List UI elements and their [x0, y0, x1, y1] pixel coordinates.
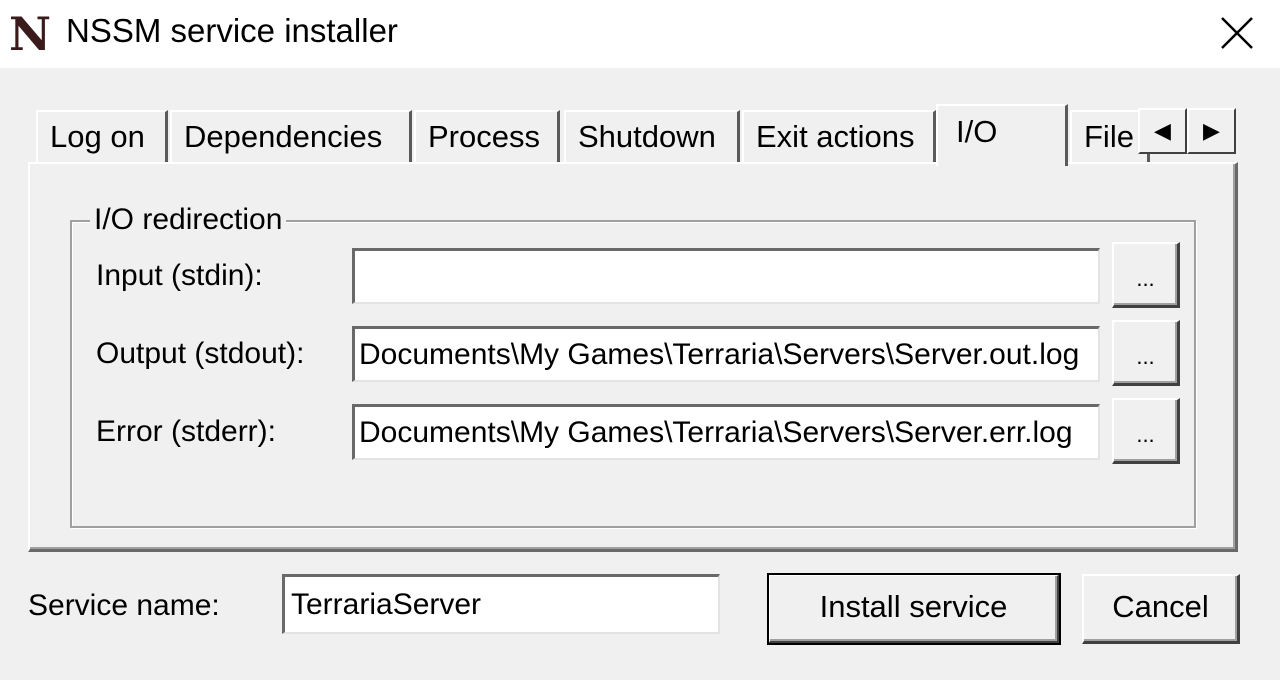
tab-exit-actions[interactable]: Exit actions — [742, 110, 936, 164]
tab-scroll-right-button[interactable]: ▶ — [1187, 108, 1236, 154]
arrow-left-icon: ◀ — [1154, 118, 1171, 143]
input-stdin-label: Input (stdin): — [96, 259, 263, 292]
input-stdin-field[interactable] — [352, 248, 1100, 304]
service-name-label: Service name: — [28, 589, 220, 622]
tab-shutdown[interactable]: Shutdown — [564, 110, 740, 164]
output-stdout-browse-button[interactable]: ... — [1112, 320, 1180, 386]
output-stdout-label: Output (stdout): — [96, 337, 305, 370]
close-button[interactable] — [1206, 8, 1266, 58]
tab-scroll-left-button[interactable]: ◀ — [1138, 108, 1187, 154]
close-icon — [1221, 17, 1253, 49]
error-stderr-field[interactable] — [352, 404, 1100, 460]
tab-dependencies[interactable]: Dependencies — [170, 110, 412, 164]
input-stdin-browse-button[interactable]: ... — [1112, 242, 1180, 308]
error-stderr-label: Error (stderr): — [96, 415, 276, 448]
title-bar[interactable]: N NSSM service installer — [0, 0, 1280, 68]
nssm-window: N NSSM service installer Log on Dependen… — [0, 0, 1280, 680]
install-service-button[interactable]: Install service — [767, 573, 1061, 645]
tab-process[interactable]: Process — [414, 110, 560, 164]
window-title: NSSM service installer — [66, 12, 398, 49]
output-stdout-field[interactable] — [352, 326, 1100, 382]
error-stderr-browse-button[interactable]: ... — [1112, 398, 1180, 464]
service-name-field[interactable] — [282, 574, 720, 634]
nssm-logo-icon: N — [8, 7, 52, 61]
tab-log-on[interactable]: Log on — [36, 110, 168, 164]
tab-scroll-buttons: ◀ ▶ — [1138, 108, 1236, 154]
cancel-button[interactable]: Cancel — [1082, 574, 1240, 644]
arrow-right-icon: ▶ — [1203, 118, 1220, 143]
io-redirection-legend: I/O redirection — [90, 202, 287, 238]
tab-io[interactable]: I/O — [936, 104, 1068, 166]
